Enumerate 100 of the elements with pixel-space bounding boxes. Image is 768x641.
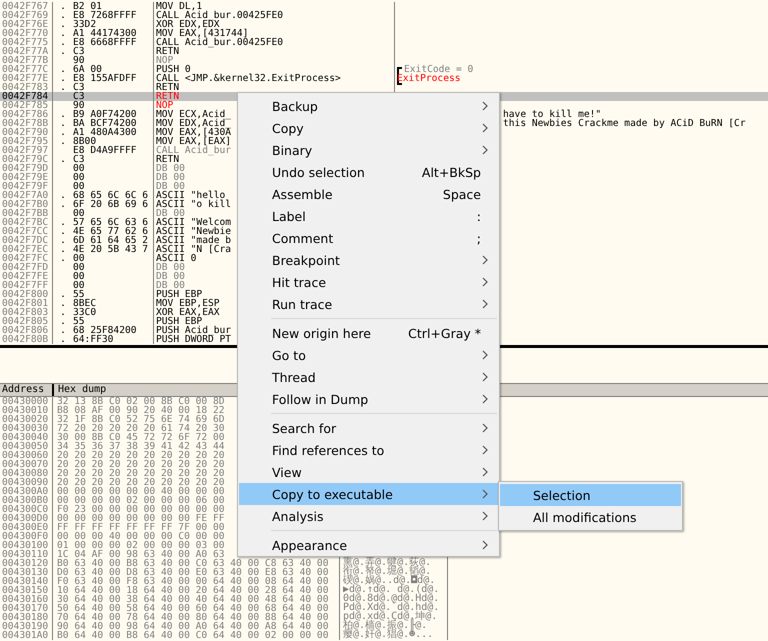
marker: . — [59, 128, 67, 137]
ascii-cell-text: 柏@.樯@.振@.╟@. — [343, 621, 428, 630]
address-cell: 0042F79C — [0, 155, 53, 164]
address-cell: 0042F7DC — [0, 236, 53, 245]
hex-cell: 00 — [73, 182, 85, 191]
menu-item[interactable]: All modifications — [500, 506, 681, 528]
address-cell: 00430150 — [0, 586, 53, 595]
comment-text: ExitCode = 0 — [404, 65, 474, 74]
address-cell: 00430100 — [0, 541, 53, 550]
marker: . — [59, 119, 67, 128]
hex-cell: 8B00 — [73, 137, 96, 146]
address-cell: 0042F7BB — [0, 209, 53, 218]
marker: . — [59, 299, 67, 308]
comment-text: have to kill me!" — [502, 110, 602, 119]
instruction-cell: PUSH 0 — [154, 65, 395, 74]
ascii-cell-text: 0d@.8d@.@d@.Hd@. — [343, 594, 440, 603]
hex-cell: C3 — [73, 155, 85, 164]
hex-cell: 90 64 40 00 98 64 40 00 A0 64 40 00 A8 64 40 00 — [53, 622, 340, 631]
marker: . — [59, 110, 67, 119]
hex-cell: 00 — [73, 209, 85, 218]
address-cell: 0042F803 — [0, 308, 53, 317]
marker: . — [59, 317, 67, 326]
hex-cell: C3 — [73, 47, 85, 56]
marker: . — [59, 137, 67, 146]
hex-cell: E8 7268FFFF — [73, 11, 137, 20]
address-cell: 0042F797 — [0, 146, 53, 155]
hex-cell: E8 D4A9FFFF — [73, 146, 137, 155]
hex-cell: 64:FF30 — [73, 335, 114, 344]
address-cell: 0042F7A0 — [0, 191, 53, 200]
hex-cell: B0 63 40 00 B8 63 40 00 C0 63 40 00 C8 63 40 00 — [53, 559, 340, 568]
hex-cell: A1 44174300 — [73, 29, 137, 38]
address-cell: 0042F775 — [0, 38, 53, 47]
address-cell: 004300B0 — [0, 496, 53, 505]
hex-cell: 4E 20 5B 43 7 — [73, 245, 148, 254]
address-cell: 00430020 — [0, 415, 53, 424]
instruction-cell: CALL Acid_bur.00425FE0 — [154, 38, 395, 47]
hex-cell: 55 — [73, 317, 85, 326]
instruction-cell: XOR EDX,EDX — [154, 20, 395, 29]
menu-item[interactable]: Selection — [500, 484, 681, 506]
hex-cell: 00 — [73, 263, 85, 272]
address-cell: 0042F7EC — [0, 245, 53, 254]
address-cell: 0042F770 — [0, 29, 53, 38]
menu-item[interactable]: Copy to executable — [239, 483, 498, 505]
address-cell: 00430180 — [0, 613, 53, 622]
instruction-cell: CALL Acid_bur.00425FE0 — [154, 11, 395, 20]
hex-cell: 30 64 40 00 38 64 40 00 40 64 40 00 48 64 40 00 — [53, 595, 340, 604]
column-header: Address — [0, 384, 54, 396]
marker: . — [59, 2, 67, 11]
marker: . — [59, 155, 67, 164]
address-cell: 0042F785 — [0, 101, 53, 110]
address-cell: 0042F77C — [0, 65, 53, 74]
hex-cell: 50 64 40 00 58 64 40 00 60 64 40 00 68 64 40 00 — [53, 604, 340, 613]
address-cell: 0042F7CC — [0, 227, 53, 236]
hex-cell: 6D 61 64 65 2 — [73, 236, 148, 245]
hex-cell: 90 — [73, 56, 85, 65]
hex-cell: 55 — [73, 290, 85, 299]
marker: . — [59, 29, 67, 38]
marker: . — [59, 245, 67, 254]
address-cell: 00430080 — [0, 469, 53, 478]
hex-cell: 10 64 40 00 18 64 40 00 20 64 40 00 28 64 40 00 — [53, 586, 340, 595]
address-cell: 0042F7FD — [0, 263, 53, 272]
address-cell: 00430000 — [0, 397, 53, 406]
address-cell: 0042F805 — [0, 317, 53, 326]
ascii-cell-text: 碶@.娲@..d@.◘d@. — [343, 576, 436, 585]
marker: . — [59, 254, 67, 263]
address-cell: 004300C0 — [0, 505, 53, 514]
address-cell: 0042F7BC — [0, 218, 53, 227]
hex-cell: 90 — [73, 101, 85, 110]
instruction-cell: CALL <JMP.&kernel32.ExitProcess> — [154, 74, 395, 83]
hex-cell: 00 — [73, 173, 85, 182]
hex-cell: B0 64 40 00 B8 64 40 00 C0 64 40 00 02 00 00 00 — [53, 631, 340, 640]
hex-cell: C3 — [73, 83, 85, 92]
menu-item[interactable]: Go to — [239, 344, 498, 366]
ascii-cell-text: 衔@.帑@.堀@.韬@. — [343, 567, 432, 576]
address-cell: 00430090 — [0, 478, 53, 487]
address-cell: 0042F7FC — [0, 254, 53, 263]
address-cell: 004300D0 — [0, 514, 53, 523]
address-cell: 0042F79D — [0, 164, 53, 173]
marker: . — [59, 65, 67, 74]
address-cell: 00430160 — [0, 595, 53, 604]
hex-cell: 57 65 6C 63 6 — [73, 218, 148, 227]
marker: . — [59, 326, 67, 335]
marker: . — [59, 83, 67, 92]
instruction-cell: NOP — [154, 56, 395, 65]
address-cell: 0042F767 — [0, 2, 53, 11]
address-cell: 0042F79F — [0, 182, 53, 191]
address-cell: 00430010 — [0, 406, 53, 415]
address-cell: 0042F784 — [0, 92, 53, 101]
marker: . — [59, 38, 67, 47]
marker: . — [59, 200, 67, 209]
address-cell: 00430190 — [0, 622, 53, 631]
address-cell: 0042F79E — [0, 173, 53, 182]
address-cell: 0042F806 — [0, 326, 53, 335]
hex-cell: 33C0 — [73, 308, 96, 317]
address-cell: 0042F795 — [0, 137, 53, 146]
ascii-cell-text: pd@.xd@.Çd@.坤@. — [343, 612, 438, 621]
address-cell: 0042F790 — [0, 128, 53, 137]
address-cell: 00430120 — [0, 559, 53, 568]
hex-cell: B2 01 — [73, 2, 102, 11]
address-cell: 00430070 — [0, 460, 53, 469]
